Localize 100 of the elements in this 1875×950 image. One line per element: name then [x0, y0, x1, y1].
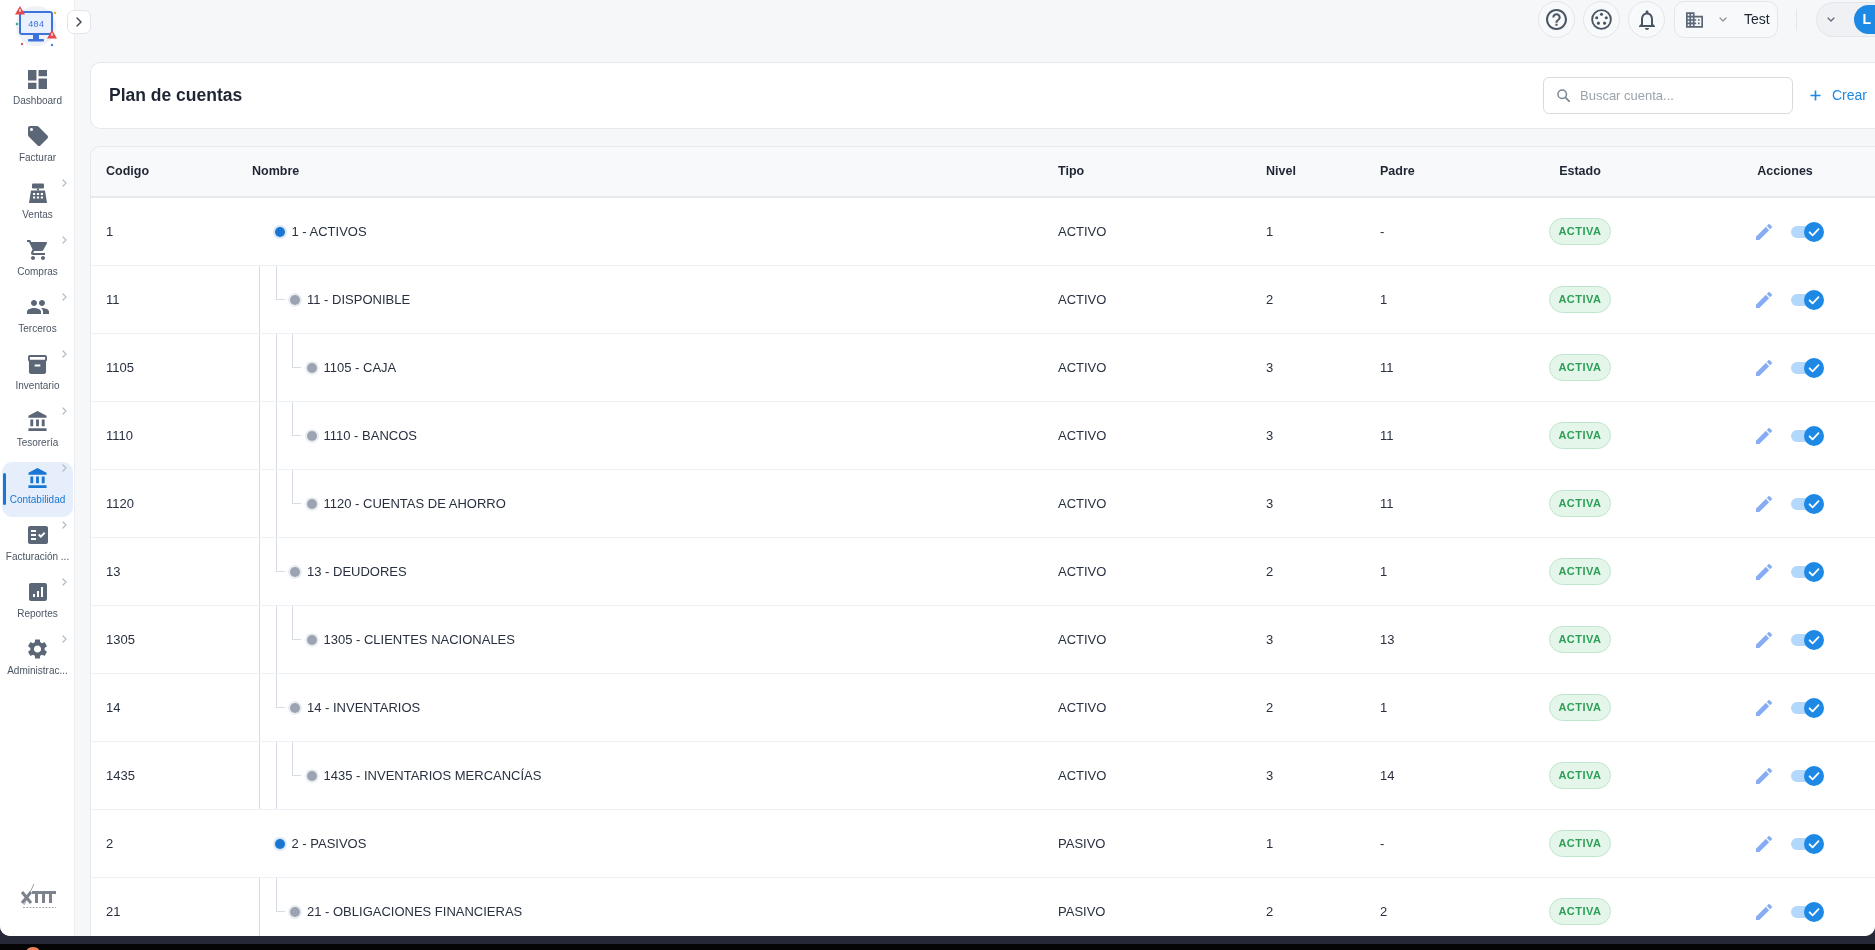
sidebar-item[interactable]: Compras [2, 234, 73, 289]
type-cell: ACTIVO [1043, 197, 1251, 266]
type-cell: ACTIVO [1043, 265, 1251, 334]
type-cell: ACTIVO [1043, 333, 1251, 402]
node-dot-icon [288, 700, 302, 715]
toggle-switch[interactable] [1790, 357, 1824, 378]
level-cell: 3 [1251, 741, 1365, 810]
status-badge: ACTIVA [1549, 830, 1611, 857]
toggle-switch[interactable] [1790, 221, 1824, 242]
toggle-switch[interactable] [1790, 493, 1824, 514]
sidebar-item[interactable]: Facturar [2, 120, 73, 175]
tree-connector [292, 606, 301, 640]
toggle-switch[interactable] [1790, 561, 1824, 582]
node-dot-icon [272, 836, 287, 851]
sidebar-item[interactable]: Facturación ... [2, 519, 73, 574]
tree-connector [275, 538, 285, 572]
toggle-switch[interactable] [1790, 833, 1824, 854]
pencil-icon [1756, 563, 1772, 580]
type-cell: ACTIVO [1043, 401, 1251, 470]
column-header: Acciones [1694, 147, 1875, 197]
tree-connector [292, 470, 301, 504]
toggle-switch[interactable] [1790, 697, 1824, 718]
code-cell: 1 [91, 197, 237, 266]
toggle-switch[interactable] [1790, 425, 1824, 446]
edit-button[interactable] [1756, 903, 1772, 920]
edit-button[interactable] [1756, 359, 1772, 376]
sidebar-item[interactable]: Tesorería [2, 405, 73, 460]
code-cell: 1435 [91, 741, 237, 810]
status-badge: ACTIVA [1549, 354, 1611, 381]
status-badge: ACTIVA [1549, 558, 1611, 585]
column-header: Estado [1466, 147, 1694, 197]
help-icon [1546, 9, 1567, 30]
tree-guide-line [259, 878, 260, 936]
code-cell: 1110 [91, 401, 237, 470]
status-badge: ACTIVA [1549, 694, 1611, 721]
building-icon [1686, 11, 1703, 28]
edit-button[interactable] [1756, 427, 1772, 444]
sidebar-item[interactable]: Inventario [2, 348, 73, 403]
column-header: Nivel [1251, 147, 1365, 197]
pencil-icon [1756, 631, 1772, 648]
type-cell: PASIVO [1043, 809, 1251, 878]
check-icon [1804, 425, 1824, 446]
parent-cell: 1 [1365, 673, 1466, 742]
search-field[interactable]: Buscar cuenta... [1543, 77, 1793, 114]
level-cell: 2 [1251, 537, 1365, 606]
company-logo-icon [19, 883, 57, 909]
edit-button[interactable] [1756, 495, 1772, 512]
chevron-right-icon [62, 635, 67, 643]
parent-cell: 11 [1365, 401, 1466, 470]
edit-button[interactable] [1756, 835, 1772, 852]
tag-icon [27, 126, 48, 146]
chevron-down-icon [1719, 17, 1727, 22]
account-name: 1 - ACTIVOS [291, 222, 367, 241]
code-cell: 1105 [91, 333, 237, 402]
chevron-right-icon [62, 293, 67, 301]
chevron-right-icon [76, 17, 82, 27]
chevron-right-icon [62, 578, 67, 586]
level-cell: 2 [1251, 265, 1365, 334]
user-menu-button[interactable]: L [1816, 2, 1875, 37]
sidebar-item[interactable]: Reportes [2, 576, 73, 631]
check-icon [1804, 765, 1824, 786]
edit-button[interactable] [1756, 631, 1772, 648]
chevron-right-icon [62, 179, 67, 187]
column-header: Codigo [91, 147, 237, 197]
sidebar-item[interactable]: Contabilidad [2, 462, 73, 517]
plus-icon [1810, 90, 1821, 101]
check-icon [1804, 357, 1824, 378]
account-name: 1110 - BANCOS [323, 426, 417, 445]
edit-button[interactable] [1756, 223, 1772, 240]
account-name: 2 - PASIVOS [291, 834, 367, 853]
edit-button[interactable] [1756, 767, 1772, 784]
tree-connector [275, 878, 285, 912]
edit-button[interactable] [1756, 563, 1772, 580]
toggle-switch[interactable] [1790, 765, 1824, 786]
help-button[interactable] [1538, 1, 1575, 38]
chevron-right-icon [62, 464, 67, 472]
check-icon [1804, 833, 1824, 854]
sidebar-item[interactable]: Dashboard [2, 63, 73, 118]
sidebar-item[interactable]: Administrac... [2, 633, 73, 688]
column-header: Tipo [1043, 147, 1251, 197]
sidebar-item[interactable]: Terceros [2, 291, 73, 346]
code-cell: 1120 [91, 469, 237, 538]
account-name: 1305 - CLIENTES NACIONALES [323, 630, 515, 649]
node-dot-icon [272, 224, 287, 239]
edit-button[interactable] [1756, 291, 1772, 308]
level-cell: 3 [1251, 605, 1365, 674]
theme-button[interactable] [1583, 1, 1620, 38]
toggle-switch[interactable] [1790, 901, 1824, 922]
company-selector[interactable]: Test [1674, 1, 1778, 38]
sidebar-item[interactable]: Ventas [2, 177, 73, 232]
dotted-circle-icon [1591, 9, 1612, 30]
sidebar-toggle-button[interactable] [67, 10, 91, 34]
page-title: Plan de cuentas [109, 85, 243, 106]
edit-button[interactable] [1756, 699, 1772, 716]
notifications-button[interactable] [1628, 1, 1665, 38]
node-dot-icon [304, 360, 319, 375]
create-button[interactable]: Crear [1802, 77, 1875, 114]
bank-icon [28, 411, 47, 431]
toggle-switch[interactable] [1790, 629, 1824, 650]
toggle-switch[interactable] [1790, 289, 1824, 310]
